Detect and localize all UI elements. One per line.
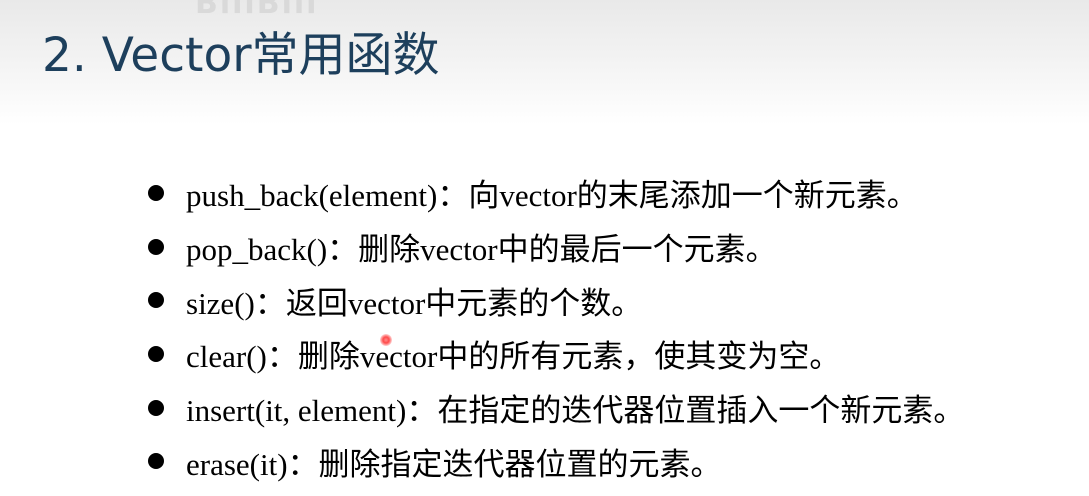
- list-item: insert(it, element)：在指定的迭代器位置插入一个新元素。: [148, 381, 964, 435]
- bullet-icon: [148, 184, 164, 201]
- bullet-icon: [148, 238, 164, 255]
- list-item: push_back(element)：向vector的末尾添加一个新元素。: [148, 166, 964, 220]
- list-item: size()：返回vector中元素的个数。: [148, 273, 964, 327]
- bullet-text: size()：返回vector中元素的个数。: [186, 285, 643, 321]
- bullet-text: clear()：删除vector中的所有元素，使其变为空。: [186, 339, 841, 375]
- bullet-text: erase(it)：删除指定迭代器位置的元素。: [186, 446, 722, 482]
- list-item: erase(it)：删除指定迭代器位置的元素。: [148, 434, 964, 488]
- bullet-list: push_back(element)：向vector的末尾添加一个新元素。 po…: [148, 166, 964, 488]
- bullet-icon: [148, 399, 164, 416]
- bullet-icon: [148, 453, 164, 470]
- bullet-icon: [148, 345, 164, 362]
- slide-title: 2. Vector常用函数: [42, 28, 440, 83]
- list-item: pop_back()：删除vector中的最后一个元素。: [148, 220, 964, 274]
- bullet-text: pop_back()：删除vector中的最后一个元素。: [186, 232, 777, 268]
- bullet-text: push_back(element)：向vector的末尾添加一个新元素。: [186, 178, 918, 214]
- bullet-text: insert(it, element)：在指定的迭代器位置插入一个新元素。: [186, 393, 965, 429]
- presentation-slide: BiliBili 2. Vector常用函数 push_back(element…: [0, 0, 1089, 496]
- laser-pointer-icon: [380, 334, 392, 346]
- list-item: clear()：删除vector中的所有元素，使其变为空。: [148, 327, 964, 381]
- bullet-icon: [148, 292, 164, 309]
